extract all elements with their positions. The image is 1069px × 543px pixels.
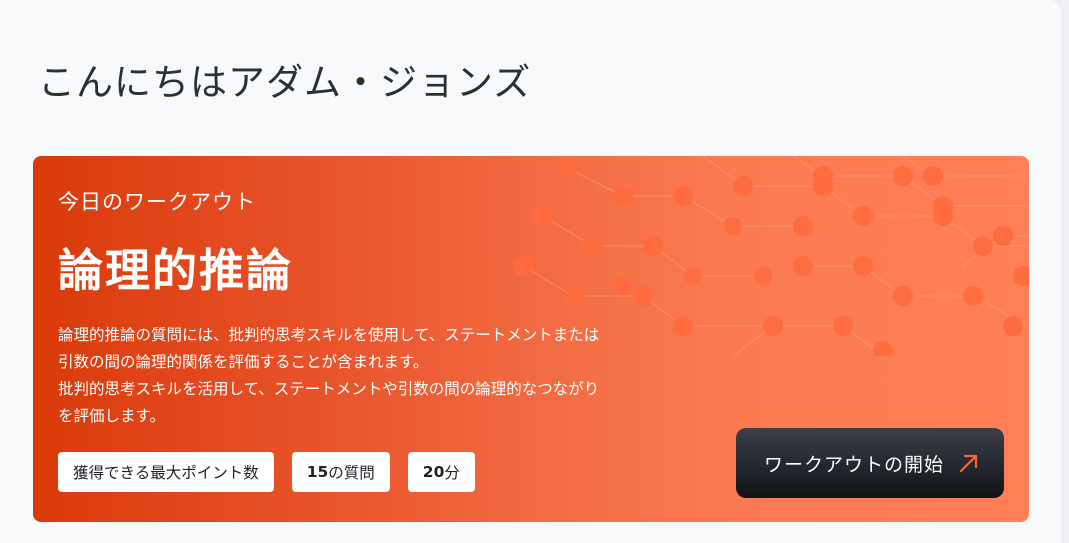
workout-eyebrow-label: 今日のワークアウト [58, 190, 256, 214]
description-line: を評価します。 [58, 407, 165, 425]
arrow-up-right-icon [959, 454, 978, 473]
description-line: 批判的思考スキルを活用して、ステートメントや引数の間の論理的なつながり [58, 380, 600, 398]
start-workout-button[interactable]: ワークアウトの開始 [736, 428, 1004, 498]
question-count-value: 15 [306, 463, 329, 481]
duration-suffix: 分 [444, 464, 460, 482]
question-count-suffix: の質問 [328, 464, 375, 482]
max-points-chip: 獲得できる最大ポイント数 [58, 452, 274, 492]
todays-workout-card: 今日のワークアウト 論理的推論 論理的推論の質問には、批判的思考スキルを使用して… [33, 156, 1029, 522]
main-panel: こんにちはアダム・ジョンズ 今日のワークアウト 論理的推論 論理的推論の質問には… [0, 0, 1061, 543]
max-points-label: 獲得できる最大ポイント数 [73, 464, 259, 482]
duration-value: 20 [422, 463, 445, 481]
description-line: 引数の間の論理的関係を評価することが含まれます。 [58, 353, 429, 371]
start-workout-label: ワークアウトの開始 [764, 453, 945, 476]
question-count-chip: 15 の質問 [291, 452, 390, 492]
workout-description: 論理的推論の質問には、批判的思考スキルを使用して、ステートメントまたは 引数の間… [58, 322, 698, 430]
workout-info-chips: 獲得できる最大ポイント数 15 の質問 20 分 [58, 452, 475, 492]
workout-title: 論理的推論 [58, 244, 294, 297]
duration-chip: 20 分 [407, 452, 475, 492]
description-line: 論理的推論の質問には、批判的思考スキルを使用して、ステートメントまたは [58, 326, 600, 344]
greeting-heading: こんにちはアダム・ジョンズ [38, 61, 532, 104]
